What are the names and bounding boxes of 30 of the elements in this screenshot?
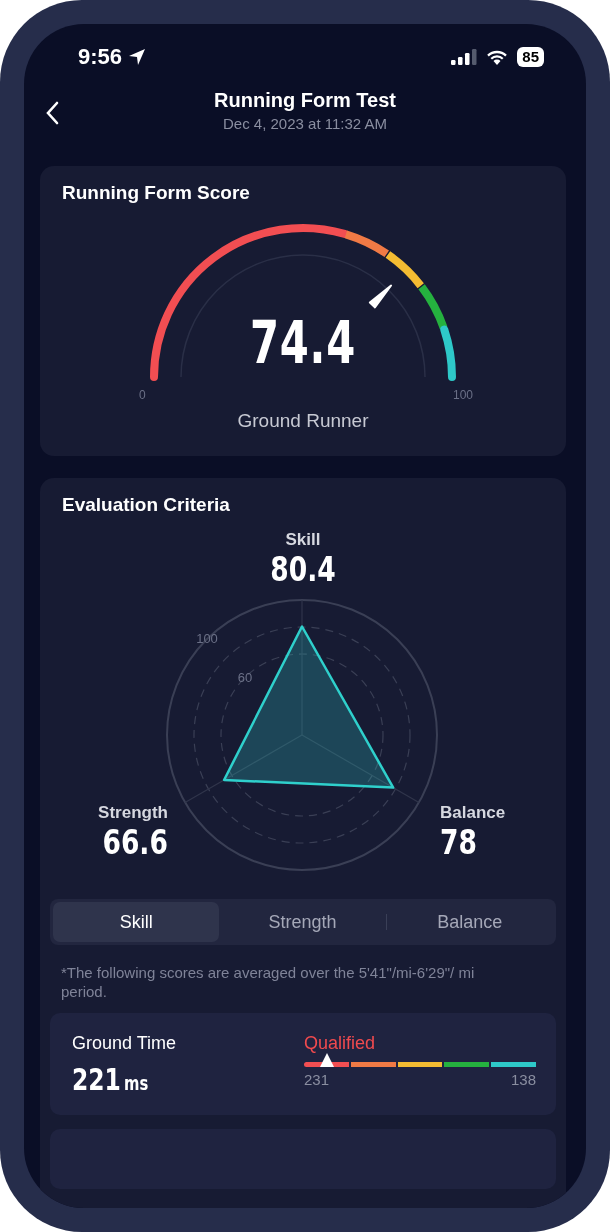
metric-value: 221	[72, 1062, 121, 1097]
tab[interactable]: Skill	[53, 902, 220, 942]
axis-value: 80.4	[269, 550, 337, 588]
axis-label: Skill	[284, 530, 322, 550]
axis-value: 78	[440, 823, 478, 861]
axis-label: Balance	[440, 803, 506, 823]
tab[interactable]: Balance	[386, 902, 553, 942]
signal-icon	[451, 49, 478, 65]
card-title: Running Form Score	[61, 182, 251, 204]
metric-unit: ms	[123, 1072, 149, 1094]
score-value: 74.4	[249, 312, 357, 374]
location-arrow-icon	[128, 48, 147, 66]
range-start-label: 231	[304, 1071, 330, 1088]
test-date: Dec 4, 2023 at 11:32 AM	[222, 115, 388, 132]
page-title: Running Form Test	[214, 88, 396, 112]
axis-value: 66.6	[102, 823, 168, 861]
metric-status: Qualified	[304, 1033, 377, 1054]
rating-label: Ground Runner	[236, 410, 370, 432]
clock-time: 9:56	[78, 44, 123, 70]
range-end-label: 138	[510, 1071, 536, 1088]
footnote-text: *The following scores are averaged over the 5'41"/mi-6'29"/ mi period.	[61, 963, 476, 1001]
battery-icon: 85	[517, 47, 544, 67]
axis-label: Strength	[97, 803, 168, 823]
radar-tick-label: 60	[237, 670, 253, 686]
radar-tick-label: 100	[196, 631, 218, 647]
tab[interactable]: Strength	[219, 902, 386, 942]
metric-name: Ground Time	[72, 1033, 177, 1054]
scale-min-label: 0	[139, 388, 146, 402]
scale-max-label: 100	[452, 388, 473, 402]
card-title: Evaluation Criteria	[61, 494, 231, 516]
